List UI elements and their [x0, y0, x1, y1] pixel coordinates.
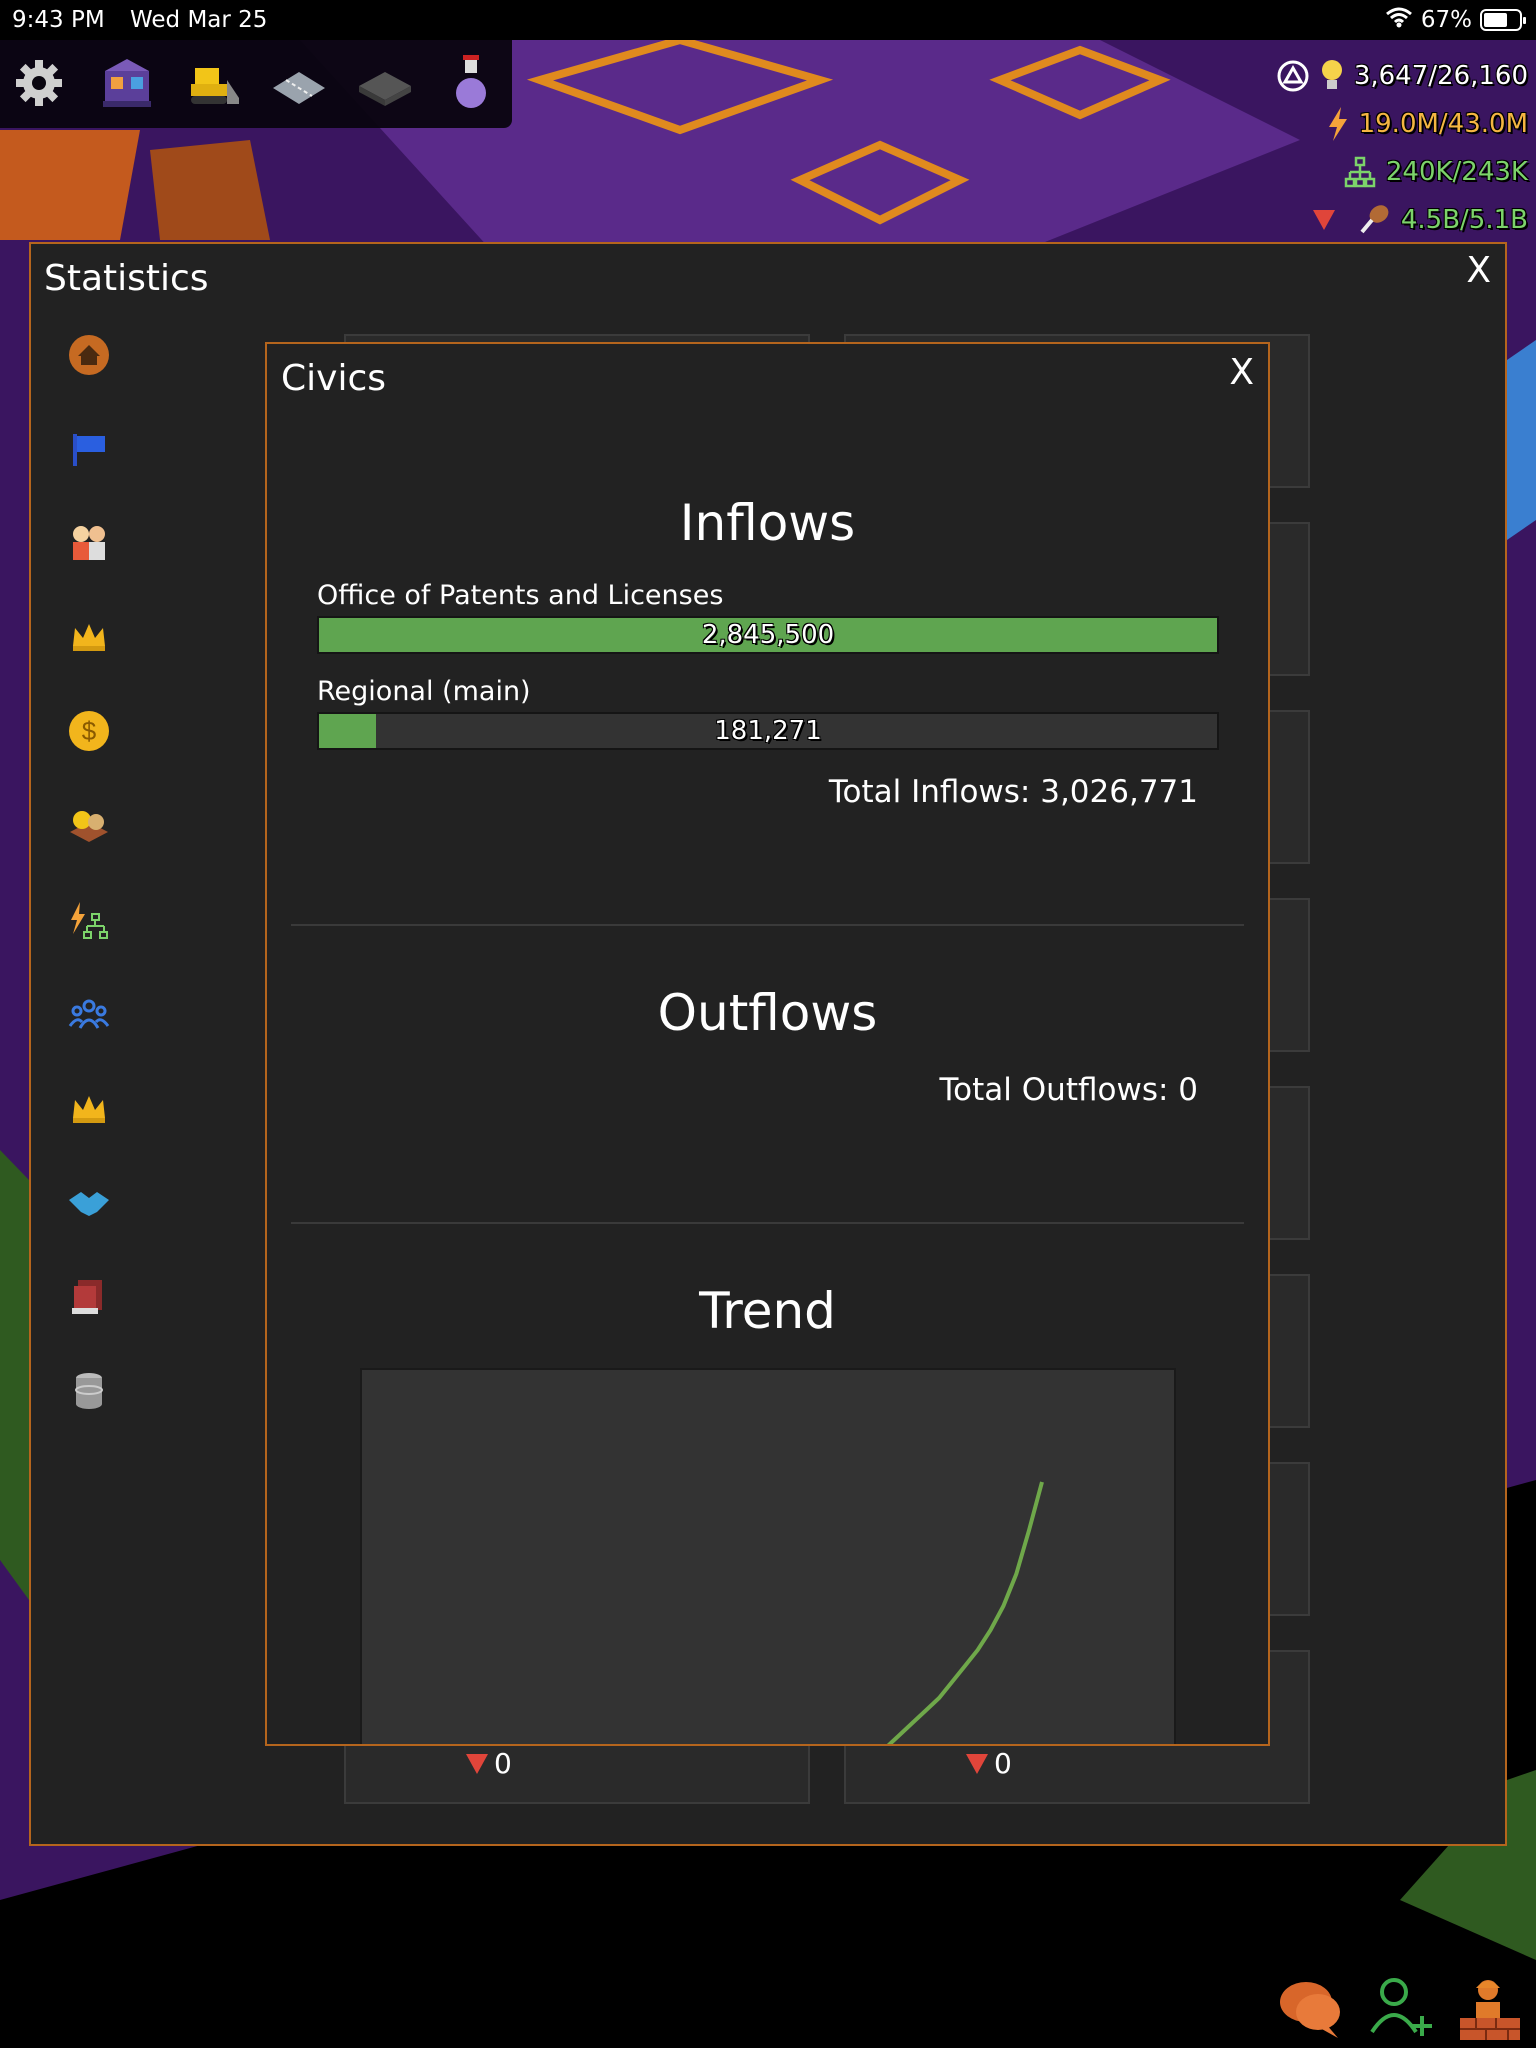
trend-chart — [360, 1368, 1176, 1744]
food-value: 4.5B/5.1B — [1400, 205, 1528, 235]
research-resource[interactable]: 3,647/26,160 — [1208, 52, 1528, 100]
power-resource[interactable]: 19.0M/43.0M — [1208, 100, 1528, 148]
civics-title: Civics — [281, 358, 386, 399]
stat-card-delta: 0 — [966, 1747, 1012, 1780]
stat-card-delta: 0 — [466, 1747, 512, 1780]
bulldozer-icon[interactable] — [180, 50, 246, 116]
power-value: 19.0M/43.0M — [1358, 109, 1528, 139]
status-right: 67% — [1385, 6, 1526, 34]
gear-icon[interactable] — [6, 50, 72, 116]
network-icon — [1344, 156, 1376, 188]
status-bar: 9:43 PM Wed Mar 25 67% — [0, 0, 1536, 40]
lightning-icon — [1328, 107, 1347, 141]
drumstick-icon — [1360, 205, 1389, 234]
wifi-icon — [1385, 6, 1413, 34]
decrease-icon — [1312, 210, 1335, 230]
civics-window: Civics X Inflows Office of Patents and L… — [265, 342, 1270, 1746]
power-network-icon[interactable] — [66, 898, 112, 944]
crown-icon[interactable] — [66, 614, 112, 660]
civics-close-button[interactable]: X — [1229, 352, 1254, 393]
home-icon[interactable] — [66, 332, 112, 378]
decrease-icon — [966, 1753, 988, 1774]
citizens-icon[interactable] — [66, 520, 112, 566]
decrease-icon — [466, 1753, 488, 1774]
battery-percent: 67% — [1420, 7, 1472, 33]
chat-icon[interactable] — [1276, 1972, 1346, 2042]
inflow-value: 2,845,500 — [701, 620, 835, 650]
total-inflows: Total Inflows: 3,026,771 — [828, 774, 1198, 810]
trend-heading: Trend — [699, 1282, 836, 1340]
inflow-value: 181,271 — [714, 716, 822, 746]
research-value: 3,647/26,160 — [1353, 61, 1528, 91]
rail-icon[interactable] — [352, 50, 418, 116]
flag-icon[interactable] — [66, 426, 112, 472]
total-outflows: Total Outflows: 0 — [939, 1072, 1198, 1108]
battery-icon — [1480, 9, 1526, 31]
statistics-close-button[interactable]: X — [1466, 250, 1491, 291]
builder-icon[interactable] — [1456, 1972, 1526, 2042]
status-time: 9:43 PM — [12, 7, 105, 33]
statistics-title: Statistics — [44, 258, 209, 299]
inflow-bar: 2,845,500 — [317, 616, 1219, 654]
inflow-label: Office of Patents and Licenses — [317, 580, 724, 611]
city-hall-icon[interactable] — [94, 50, 160, 116]
resource-panel: 3,647/26,160 19.0M/43.0M 240K/243K 4.5B/… — [1208, 52, 1528, 244]
trend-chart-svg — [886, 1481, 1044, 1744]
handshake-icon[interactable] — [66, 1180, 112, 1226]
svg-text:$: $ — [82, 716, 97, 746]
people-icon[interactable] — [66, 992, 112, 1038]
lightbulb-icon — [1321, 60, 1342, 89]
top-toolbar — [0, 40, 512, 128]
inflow-bar: 181,271 — [317, 712, 1219, 750]
network-resource[interactable]: 240K/243K — [1208, 148, 1528, 196]
section-divider — [291, 1222, 1244, 1224]
database-icon[interactable] — [66, 1368, 112, 1414]
trend-series-line — [886, 1481, 1044, 1744]
battery-fill — [1484, 13, 1507, 27]
road-icon[interactable] — [266, 50, 332, 116]
status-date: Wed Mar 25 — [130, 7, 268, 33]
food-resource[interactable]: 4.5B/5.1B — [1208, 196, 1528, 244]
books-icon[interactable] — [66, 1274, 112, 1320]
stat-card-value: 0 — [994, 1747, 1012, 1780]
delta-icon — [1277, 60, 1309, 92]
crown-icon[interactable] — [66, 1086, 112, 1132]
inflow-label: Regional (main) — [317, 676, 531, 707]
potion-icon[interactable] — [438, 50, 504, 116]
inflows-heading: Inflows — [679, 494, 856, 552]
outflows-heading: Outflows — [657, 984, 878, 1042]
resources-icon[interactable] — [66, 802, 112, 848]
add-friend-icon[interactable] — [1366, 1972, 1436, 2042]
coin-icon[interactable]: $ — [66, 708, 112, 754]
network-value: 240K/243K — [1385, 157, 1528, 187]
stat-card-value: 0 — [494, 1747, 512, 1780]
section-divider — [291, 924, 1244, 926]
